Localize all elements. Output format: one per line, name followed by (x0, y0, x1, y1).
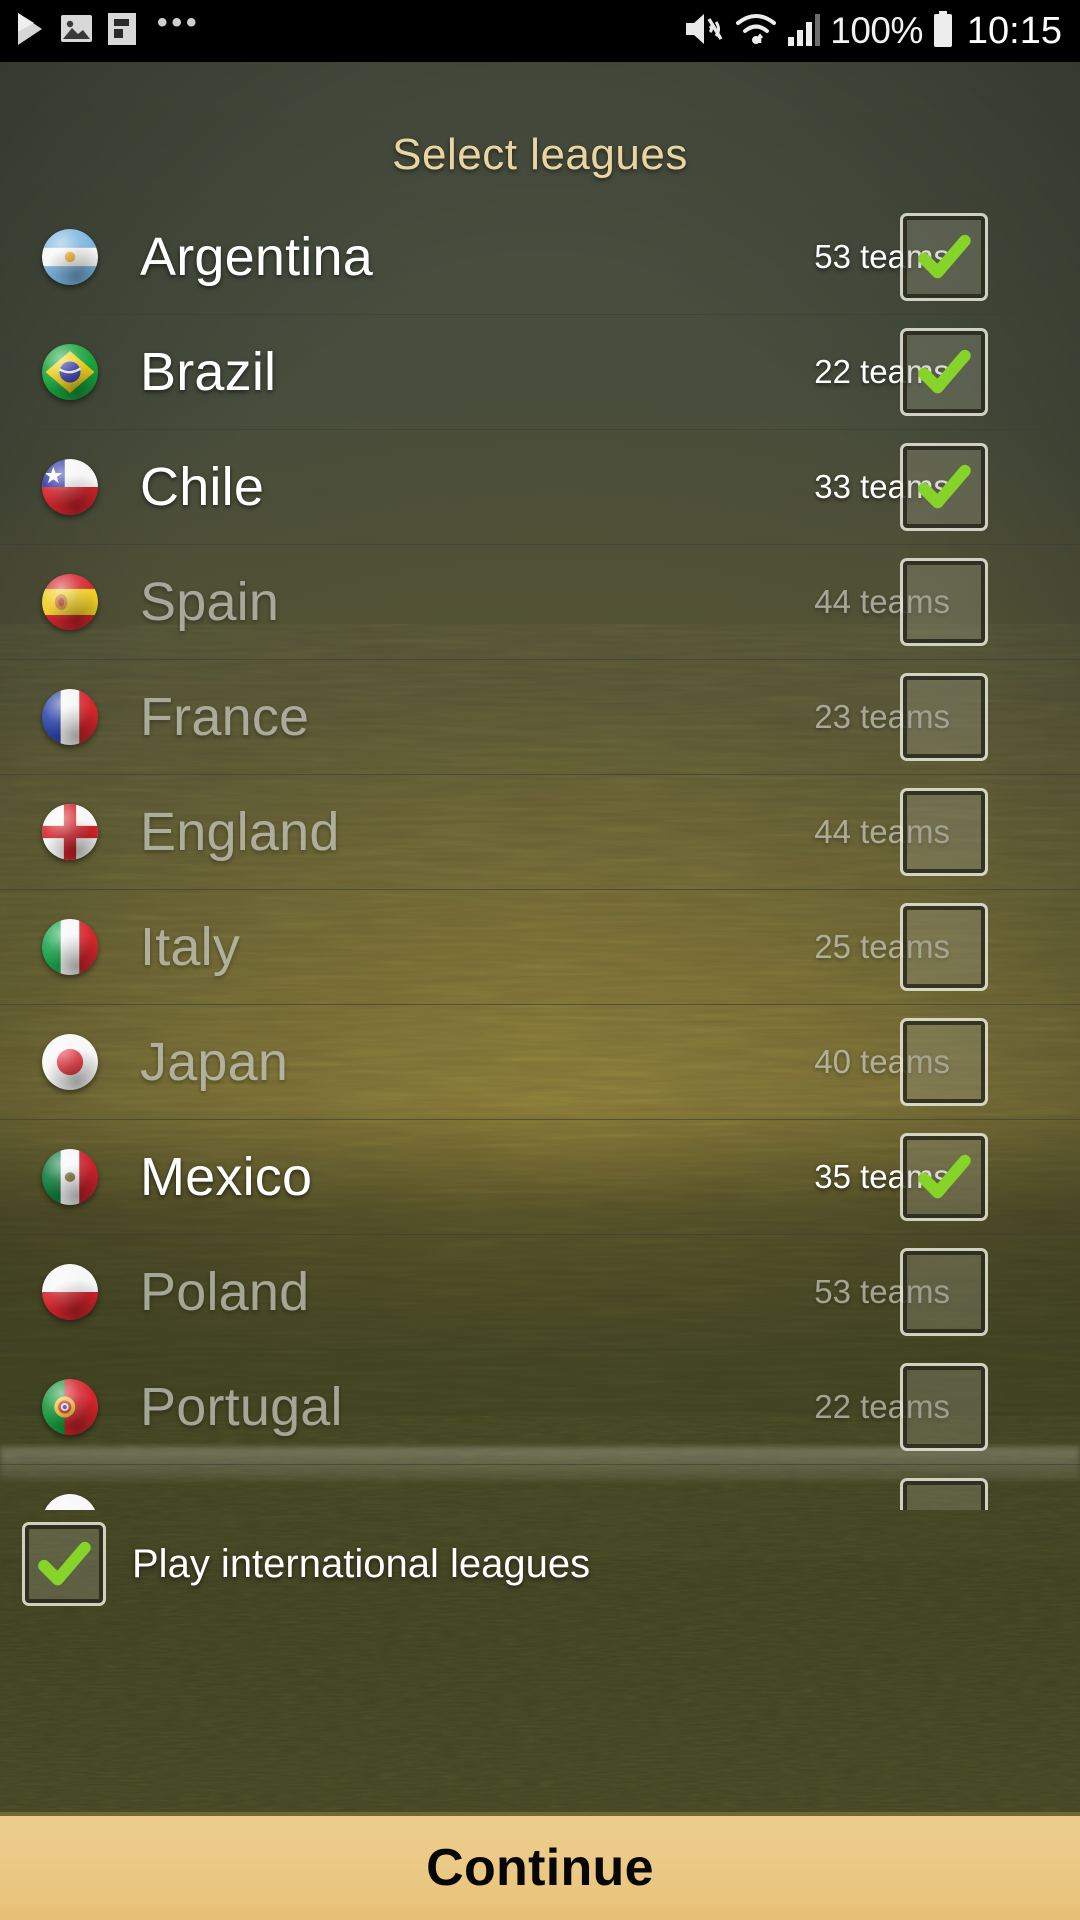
league-name: Brazil (140, 342, 277, 402)
battery-icon (932, 10, 954, 53)
league-name: Spain (140, 572, 280, 632)
league-checkbox[interactable] (900, 673, 988, 761)
league-checkbox[interactable] (900, 1363, 988, 1451)
flipboard-icon (107, 12, 137, 51)
clock-label: 10:15 (966, 9, 1062, 52)
league-flag-wrapper (0, 689, 140, 745)
league-row[interactable]: Chile 33 teams (0, 430, 1080, 545)
league-checkbox[interactable] (900, 1133, 988, 1221)
league-flag-wrapper (0, 919, 140, 975)
league-row[interactable]: France 23 teams (0, 660, 1080, 775)
league-row[interactable]: Spain 44 teams (0, 545, 1080, 660)
league-row[interactable]: Portugal 22 teams (0, 1350, 1080, 1465)
league-name: England (140, 802, 340, 862)
league-name: Portugal (140, 1377, 343, 1437)
play-store-icon (16, 12, 46, 51)
status-bar-system: 100% 10:15 (683, 10, 1062, 53)
league-flag-wrapper (0, 804, 140, 860)
image-icon (60, 12, 93, 50)
flag-portugal-icon (42, 1379, 98, 1435)
status-bar-notifications: ••• (16, 6, 683, 51)
league-flag-wrapper (0, 1264, 140, 1320)
international-leagues-toggle[interactable]: Play international leagues (22, 1522, 590, 1606)
league-flag-wrapper (0, 1149, 140, 1205)
league-checkbox[interactable] (900, 1478, 988, 1510)
league-row[interactable]: Argentina 53 teams (0, 200, 1080, 315)
flag-poland-icon (42, 1264, 98, 1320)
wifi-icon (734, 10, 778, 53)
league-checkbox[interactable] (900, 558, 988, 646)
league-row[interactable]: Italy 25 teams (0, 890, 1080, 1005)
checkmark-icon (918, 349, 971, 394)
league-row[interactable]: Poland 53 teams (0, 1235, 1080, 1350)
flag-italy-icon (42, 919, 98, 975)
more-dots-icon: ••• (157, 6, 201, 39)
league-name: Japan (140, 1032, 289, 1092)
continue-button-label: Continue (426, 1839, 654, 1897)
league-checkbox[interactable] (900, 328, 988, 416)
league-row[interactable]: Mexico 35 teams (0, 1120, 1080, 1235)
continue-button[interactable]: Continue (0, 1812, 1080, 1920)
league-checkbox[interactable] (900, 1248, 988, 1336)
league-flag-wrapper (0, 459, 140, 515)
league-flag-wrapper (0, 1494, 140, 1510)
league-checkbox[interactable] (900, 213, 988, 301)
checkmark-icon (918, 1154, 971, 1199)
league-name: Poland (140, 1262, 310, 1322)
league-row[interactable] (0, 1465, 1080, 1510)
battery-percent-label: 100% (830, 10, 923, 51)
checkmark-icon (918, 234, 971, 279)
flag-france-icon (42, 689, 98, 745)
league-flag-wrapper (0, 1034, 140, 1090)
flag-russia-icon (42, 1494, 98, 1510)
international-checkbox[interactable] (22, 1522, 106, 1606)
signal-icon (787, 11, 821, 52)
league-checkbox[interactable] (900, 443, 988, 531)
league-name: France (140, 687, 310, 747)
flag-brazil-icon (42, 344, 98, 400)
page-title: Select leagues (392, 130, 688, 179)
league-row[interactable]: Brazil 22 teams (0, 315, 1080, 430)
league-flag-wrapper (0, 574, 140, 630)
league-name: Mexico (140, 1147, 313, 1207)
league-checkbox[interactable] (900, 903, 988, 991)
flag-japan-icon (42, 1034, 98, 1090)
league-row[interactable]: England 44 teams (0, 775, 1080, 890)
checkmark-icon (38, 1541, 91, 1586)
mute-icon (683, 10, 725, 53)
league-name: Italy (140, 917, 241, 977)
flag-argentina-icon (42, 229, 98, 285)
flag-england-icon (42, 804, 98, 860)
flag-chile-icon (42, 459, 98, 515)
league-flag-wrapper (0, 229, 140, 285)
league-checkbox[interactable] (900, 1018, 988, 1106)
app-screen: Select leagues Argentina 53 teams Brazil 22… (0, 62, 1080, 1920)
international-label: Play international leagues (132, 1541, 591, 1586)
league-name: Argentina (140, 227, 373, 287)
league-row[interactable]: Japan 40 teams (0, 1005, 1080, 1120)
league-flag-wrapper (0, 1379, 140, 1435)
league-checkbox[interactable] (900, 788, 988, 876)
league-list[interactable]: Argentina 53 teams Brazil 22 teams Chile 33 t… (0, 200, 1080, 1510)
league-name: Chile (140, 457, 265, 517)
flag-mexico-icon (42, 1149, 98, 1205)
league-flag-wrapper (0, 344, 140, 400)
checkmark-icon (918, 464, 971, 509)
flag-spain-icon (42, 574, 98, 630)
status-bar: ••• 100% 10:15 (0, 0, 1080, 62)
